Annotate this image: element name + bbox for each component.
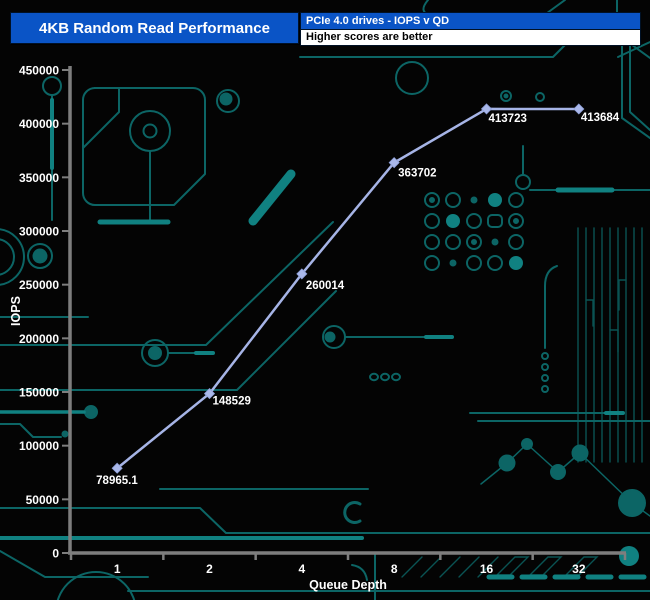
y-axis-title: IOPS (9, 296, 23, 326)
x-axis-title: Queue Depth (309, 578, 387, 592)
x-tick-label: 1 (114, 562, 121, 576)
series-line (116, 107, 579, 470)
x-tick-label: 16 (480, 562, 494, 576)
y-tick-label: 100000 (19, 439, 59, 453)
data-point-label: 413723 (489, 113, 527, 125)
data-point-label: 363702 (398, 168, 436, 180)
y-tick-label: 50000 (26, 493, 60, 507)
x-tick-label: 8 (391, 562, 398, 576)
x-tick-label: 4 (298, 562, 305, 576)
data-point-label: 413684 (581, 112, 620, 124)
data-point-label: 78965.1 (96, 475, 138, 487)
legend-series-label: PCIe 4.0 drives - IOPS v QD (300, 12, 641, 30)
y-tick-label: 450000 (19, 64, 59, 78)
y-tick-label: 350000 (19, 171, 59, 185)
y-tick-label: 0 (52, 547, 59, 561)
series-line-group: 78965.1 148529 260014 363702 413723 413684 (96, 103, 620, 487)
y-tick-label: 400000 (19, 117, 59, 131)
benchmark-chart-panel: 0 50000 100000 150000 200000 250000 300000 3500… (0, 0, 650, 600)
legend-box: PCIe 4.0 drives - IOPS v QD Higher score… (300, 12, 641, 46)
y-tick-label: 300000 (19, 225, 59, 239)
data-point-label: 148529 (213, 396, 251, 408)
y-tick-label: 250000 (19, 278, 59, 292)
x-tick-label: 2 (206, 562, 213, 576)
x-tick-label: 32 (572, 562, 586, 576)
axes: 0 50000 100000 150000 200000 250000 300000 3500… (19, 64, 627, 576)
legend-note: Higher scores are better (300, 30, 641, 46)
y-tick-label: 150000 (19, 386, 59, 400)
y-tick-label: 200000 (19, 332, 59, 346)
iops-line-chart: 0 50000 100000 150000 200000 250000 300000 3500… (9, 64, 627, 592)
chart-title: 4KB Random Read Performance (10, 12, 299, 44)
data-point-label: 260014 (306, 280, 345, 292)
